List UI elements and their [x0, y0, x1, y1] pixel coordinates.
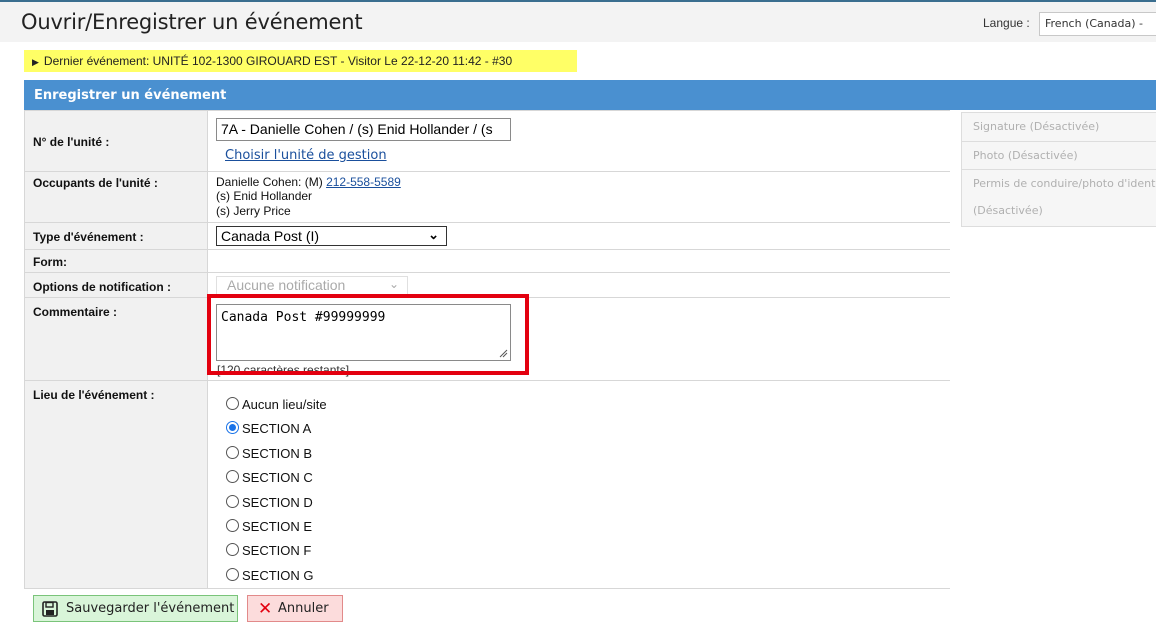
radio-button[interactable]: [226, 543, 239, 556]
location-option-label: SECTION B: [242, 446, 313, 461]
language-select[interactable]: French (Canada) -: [1039, 12, 1156, 36]
cancel-button[interactable]: ✕ Annuler: [247, 595, 343, 622]
unit-number-label: N° de l'unité :: [33, 135, 110, 149]
signature-button[interactable]: Signature (Désactivée): [962, 120, 1156, 133]
comment-label: Commentaire :: [33, 305, 118, 319]
license-button-line[interactable]: (Désactivée): [962, 204, 1156, 217]
occupants-label: Occupants de l'unité :: [33, 176, 158, 190]
chevron-down-icon: ⌄: [428, 227, 439, 242]
notification-value: Aucune notification: [227, 277, 346, 293]
radio-button[interactable]: [226, 421, 239, 434]
unit-number-input[interactable]: 7A - Danielle Cohen / (s) Enid Hollander…: [216, 118, 511, 141]
location-option-label: Aucun lieu/site: [242, 397, 327, 412]
expand-triangle-icon[interactable]: ▶: [32, 57, 39, 67]
occupant-line: (s) Jerry Price: [216, 204, 291, 218]
row-divider: [24, 249, 950, 250]
occupant-line: (s) Enid Hollander: [216, 189, 313, 203]
occupant-phone-link[interactable]: 212-558-5589: [326, 175, 401, 189]
notification-select: Aucune notification ⌄: [216, 276, 408, 295]
event-location-label: Lieu de l'événement :: [33, 388, 155, 402]
highlight-annotation: [207, 294, 529, 375]
radio-button[interactable]: [226, 519, 239, 532]
event-type-select[interactable]: Canada Post (I) ⌄: [216, 226, 447, 246]
occupant-name: Danielle Cohen: (M): [216, 175, 323, 189]
photo-button[interactable]: Photo (Désactivée): [962, 149, 1156, 162]
license-button-line[interactable]: Permis de conduire/photo d'identité: [962, 177, 1156, 190]
location-option-label: SECTION E: [242, 519, 313, 534]
row-divider: [24, 588, 950, 589]
event-form: N° de l'unité : 7A - Danielle Cohen / (s…: [24, 110, 950, 590]
side-divider: [962, 141, 1156, 142]
choose-management-unit-link[interactable]: Choisir l'unité de gestion: [225, 148, 387, 163]
chevron-down-icon: ⌄: [388, 277, 399, 291]
location-option-label: SECTION G: [242, 568, 314, 583]
occupant-line: Danielle Cohen: (M) 212-558-5589: [216, 175, 401, 189]
save-disk-icon: [42, 601, 58, 617]
event-type-value: Canada Post (I): [221, 228, 320, 244]
last-event-banner[interactable]: ▶ Dernier événement: UNITÉ 102-1300 GIROU…: [24, 50, 577, 72]
location-option-label: SECTION A: [242, 421, 312, 436]
row-divider: [24, 110, 950, 111]
row-divider: [24, 222, 950, 223]
cancel-label: Annuler: [278, 601, 329, 616]
panel-header: Enregistrer un événement: [24, 80, 1156, 110]
event-type-label: Type d'événement :: [33, 230, 144, 244]
row-divider: [24, 380, 950, 381]
row-divider: [24, 272, 950, 273]
last-event-text: Dernier événement: UNITÉ 102-1300 GIROUA…: [43, 54, 513, 68]
radio-button[interactable]: [226, 495, 239, 508]
location-option-label: SECTION C: [242, 470, 313, 485]
attachments-panel: Signature (Désactivée) Photo (Désactivée…: [961, 112, 1156, 227]
panel-title: Enregistrer un événement: [34, 88, 227, 103]
location-option-label: SECTION D: [242, 495, 313, 510]
page-title: Ouvrir/Enregistrer un événement: [21, 10, 363, 34]
form-label: Form:: [33, 255, 67, 269]
language-label: Langue :: [983, 16, 1030, 30]
save-label: Sauvegarder l'événement: [66, 601, 235, 616]
radio-button[interactable]: [226, 446, 239, 459]
close-icon: ✕: [258, 599, 273, 619]
location-option-label: SECTION F: [242, 543, 312, 558]
notification-options-label: Options de notification :: [33, 280, 171, 294]
side-divider: [962, 169, 1156, 170]
header-bar: Ouvrir/Enregistrer un événement Langue :…: [0, 2, 1156, 42]
radio-button[interactable]: [226, 470, 239, 483]
radio-button[interactable]: [226, 397, 239, 410]
save-event-button[interactable]: Sauvegarder l'événement: [33, 595, 238, 622]
row-divider: [24, 171, 950, 172]
radio-button[interactable]: [226, 568, 239, 581]
